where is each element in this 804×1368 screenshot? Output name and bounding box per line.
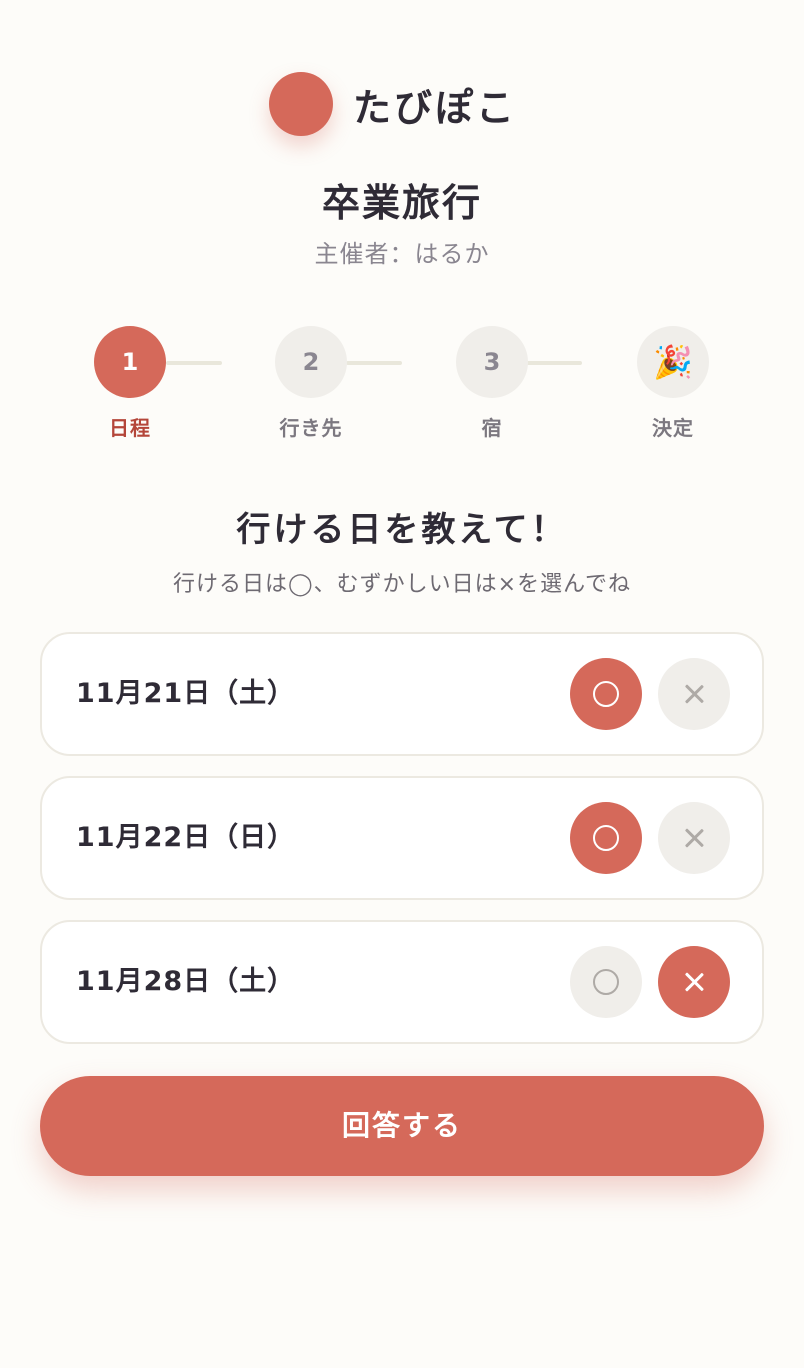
- step-number: 1: [94, 326, 166, 398]
- question-hint: 行ける日は◯、むずかしい日は×を選んでね: [173, 572, 631, 597]
- cross-icon: [683, 683, 705, 705]
- date-label: 11月28日（土）: [76, 966, 296, 997]
- step-schedule: 1 日程: [60, 326, 200, 441]
- unavailable-button[interactable]: [658, 658, 730, 730]
- unavailable-button[interactable]: [658, 802, 730, 874]
- unavailable-button[interactable]: [658, 946, 730, 1018]
- available-button[interactable]: [570, 946, 642, 1018]
- available-button[interactable]: [570, 658, 642, 730]
- organizer-label: 主催者：はるか: [314, 240, 490, 268]
- step-lodging: 3 宿: [422, 326, 562, 441]
- logo-mark: [268, 72, 333, 136]
- question-title: 行ける日を教えて！: [236, 510, 568, 550]
- step-label: 決定: [652, 416, 694, 440]
- date-row: 11月22日（日）: [40, 776, 764, 900]
- date-row: 11月28日（土）: [40, 920, 764, 1044]
- party-popper-icon: 🎉: [653, 343, 693, 381]
- step-destination: 2 行き先: [241, 326, 381, 441]
- submit-button[interactable]: 回答する: [40, 1076, 764, 1176]
- step-decision: 🎉 決定: [603, 326, 743, 441]
- event-title: 卒業旅行: [321, 181, 482, 225]
- date-label: 11月22日（日）: [76, 822, 296, 853]
- step-label: 行き先: [279, 416, 343, 440]
- app-name: たびぽこ: [352, 85, 517, 130]
- app-logo: たびぽこ: [0, 72, 804, 136]
- date-label: 11月21日（土）: [76, 678, 296, 709]
- cross-icon: [683, 971, 705, 993]
- date-list: 11月21日（土） 11月22日（日） 11月28日（土）: [40, 632, 764, 1064]
- circle-icon: [593, 681, 619, 707]
- screen: たびぽこ 卒業旅行 主催者：はるか 1 日程 2 行き先 3 宿 🎉 決定 行け…: [0, 0, 804, 1368]
- date-row: 11月21日（土）: [40, 632, 764, 756]
- available-button[interactable]: [570, 802, 642, 874]
- step-label: 宿: [481, 416, 503, 440]
- step-label: 日程: [109, 416, 151, 440]
- circle-icon: [593, 969, 619, 995]
- progress-stepper: 1 日程 2 行き先 3 宿 🎉 決定: [0, 326, 804, 446]
- cross-icon: [683, 827, 705, 849]
- circle-icon: [593, 825, 619, 851]
- step-icon-circle: 🎉: [637, 326, 709, 398]
- step-number: 3: [456, 326, 528, 398]
- step-number: 2: [275, 326, 347, 398]
